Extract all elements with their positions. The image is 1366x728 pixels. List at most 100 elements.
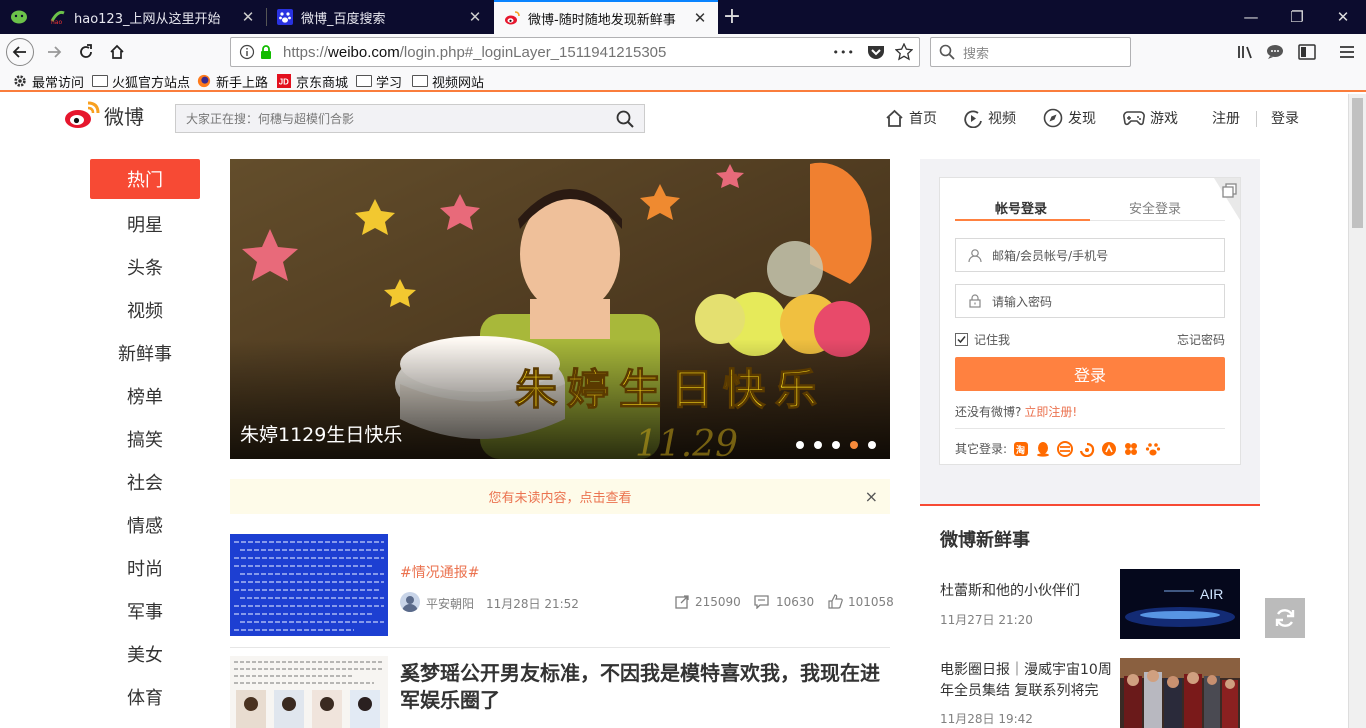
pocket-icon[interactable] bbox=[867, 44, 885, 60]
back-button[interactable] bbox=[6, 38, 34, 66]
password-field[interactable]: 请输入密码 bbox=[955, 284, 1225, 318]
remember-me[interactable]: 记住我 bbox=[955, 331, 1010, 348]
weibo-search-input[interactable]: 大家正在搜：何穗与超模们合影 bbox=[175, 104, 645, 133]
reload-button[interactable] bbox=[72, 38, 100, 66]
category-item[interactable]: 军事 bbox=[90, 589, 200, 632]
bookmark-getting-started[interactable]: 新手上路 bbox=[196, 72, 268, 91]
nav-home[interactable]: 首页 bbox=[885, 108, 937, 128]
browser-search-bar[interactable]: 搜索 bbox=[930, 37, 1131, 67]
360-icon[interactable] bbox=[1079, 441, 1095, 457]
tab-secure-login[interactable]: 安全登录 bbox=[1129, 198, 1181, 217]
tab-baidu[interactable]: 微博_百度搜索 ✕ bbox=[267, 0, 493, 34]
library-button[interactable] bbox=[1232, 38, 1260, 66]
close-tab-icon[interactable]: ✕ bbox=[467, 8, 483, 26]
page-actions-button[interactable]: ••• bbox=[833, 46, 855, 59]
repost-count[interactable]: 215090 bbox=[675, 594, 741, 609]
checkbox-checked-icon[interactable] bbox=[955, 333, 968, 346]
nav-login[interactable]: 登录 bbox=[1271, 108, 1299, 128]
category-item[interactable]: 视频 bbox=[90, 288, 200, 331]
category-item[interactable]: 情感 bbox=[90, 503, 200, 546]
bookmark-most-visited[interactable]: 最常访问 bbox=[12, 72, 84, 91]
close-notice-icon[interactable]: × bbox=[865, 487, 878, 506]
restore-icon[interactable]: ❐ bbox=[1274, 0, 1320, 34]
minimize-icon[interactable]: — bbox=[1228, 0, 1274, 34]
weibo-logo[interactable]: 微博 bbox=[64, 100, 144, 130]
feed-item[interactable]: #情况通报# 平安朝阳 11月28日 21:52 215090 10630 10… bbox=[230, 534, 894, 644]
nav-discover[interactable]: 发现 bbox=[1043, 108, 1096, 128]
category-item[interactable]: 头条 bbox=[90, 245, 200, 288]
nav-register[interactable]: 注册 bbox=[1212, 108, 1240, 128]
carousel-dot[interactable] bbox=[832, 441, 840, 449]
unionpay-icon[interactable] bbox=[1123, 441, 1139, 457]
qr-login-corner-icon[interactable] bbox=[1214, 178, 1240, 220]
carousel-dot-active[interactable] bbox=[850, 441, 858, 449]
feed-item[interactable]: 奚梦瑶公开男友标准，不因我是模特喜欢我，我现在进军娱乐圈了 bbox=[230, 656, 890, 728]
carousel-caption[interactable]: 朱婷1129生日快乐 bbox=[240, 420, 402, 447]
fresh-news-item-title[interactable]: 杜蕾斯和他的小伙伴们 bbox=[940, 581, 1115, 602]
category-item[interactable]: 美女 bbox=[90, 632, 200, 675]
category-item[interactable]: 体育 bbox=[90, 675, 200, 718]
menu-button[interactable] bbox=[1333, 38, 1361, 66]
fresh-news-item[interactable]: 杜蕾斯和他的小伙伴们 11月27日 21:20 AIR bbox=[940, 569, 1240, 641]
home-button[interactable] bbox=[103, 38, 131, 66]
category-item[interactable]: 新鲜事 bbox=[90, 331, 200, 374]
bookmark-firefox-official[interactable]: 火狐官方站点 bbox=[92, 72, 190, 91]
hero-carousel[interactable]: 朱婷生日快乐 11.29 朱婷1129生日快乐 bbox=[230, 159, 890, 459]
bookmark-video-sites[interactable]: 视频网站 bbox=[412, 72, 484, 91]
tab-weibo[interactable]: 微博-随时随地发现新鲜事 ✕ bbox=[494, 0, 718, 34]
close-tab-icon[interactable]: ✕ bbox=[692, 9, 708, 27]
taobao-icon[interactable]: 淘 bbox=[1013, 441, 1029, 457]
forward-button[interactable] bbox=[40, 38, 68, 66]
comment-count[interactable]: 10630 bbox=[754, 594, 814, 609]
scrollbar-thumb[interactable] bbox=[1352, 98, 1363, 228]
close-window-icon[interactable]: ✕ bbox=[1320, 0, 1366, 34]
sidebar-button[interactable] bbox=[1293, 38, 1321, 66]
fresh-news-item-title[interactable]: 电影圈日报｜漫威宇宙10周年全员集结 复联系列将完 bbox=[940, 660, 1115, 702]
category-item[interactable]: 时尚 bbox=[90, 546, 200, 589]
bookmark-star-icon[interactable] bbox=[895, 43, 913, 61]
feed-thumbnail[interactable] bbox=[230, 656, 388, 728]
nav-games[interactable]: 游戏 bbox=[1123, 108, 1178, 128]
chat-button[interactable] bbox=[1261, 38, 1289, 66]
category-item[interactable]: 搞笑 bbox=[90, 417, 200, 460]
address-bar[interactable]: https://weibo.com/login.php#_loginLayer_… bbox=[230, 37, 920, 67]
category-item[interactable]: 社会 bbox=[90, 460, 200, 503]
username-field[interactable]: 邮箱/会员帐号/手机号 bbox=[955, 238, 1225, 272]
tab-group-icon[interactable] bbox=[10, 9, 28, 25]
new-tab-button[interactable]: + bbox=[722, 4, 742, 30]
forgot-password-link[interactable]: 忘记密码 bbox=[1177, 331, 1225, 348]
feed-thumbnail[interactable] bbox=[230, 534, 388, 636]
bookmark-jd[interactable]: JD 京东商城 bbox=[276, 72, 348, 91]
close-tab-icon[interactable]: ✕ bbox=[240, 8, 256, 26]
carousel-dot[interactable] bbox=[868, 441, 876, 449]
login-submit-button[interactable]: 登录 bbox=[955, 357, 1225, 391]
unread-notice-bar[interactable]: 您有未读内容，点击查看 × bbox=[230, 479, 890, 514]
unread-notice-text[interactable]: 您有未读内容，点击查看 bbox=[488, 487, 631, 506]
baidu-paw-icon[interactable] bbox=[1145, 441, 1161, 457]
fresh-news-item-image[interactable] bbox=[1120, 658, 1240, 728]
carousel-dot[interactable] bbox=[796, 441, 804, 449]
feed-author-avatar[interactable] bbox=[400, 592, 420, 612]
fresh-news-item[interactable]: 电影圈日报｜漫威宇宙10周年全员集结 复联系列将完 11月28日 19:42 bbox=[940, 658, 1240, 728]
like-count[interactable]: 101058 bbox=[828, 594, 894, 609]
category-item[interactable]: 榜单 bbox=[90, 374, 200, 417]
qq-icon[interactable] bbox=[1035, 441, 1051, 457]
tab-hao123[interactable]: hao hao123_上网从这里开始 ✕ bbox=[40, 0, 266, 34]
tab-account-login[interactable]: 帐号登录 bbox=[995, 198, 1047, 217]
feed-author[interactable]: 平安朝阳 bbox=[426, 595, 474, 612]
bookmark-study[interactable]: 学习 bbox=[356, 72, 402, 91]
page-scrollbar[interactable] bbox=[1348, 94, 1366, 728]
search-icon[interactable] bbox=[616, 110, 634, 128]
renren-icon[interactable] bbox=[1101, 441, 1117, 457]
feed-headline[interactable]: 奚梦瑶公开男友标准，不因我是模特喜欢我，我现在进军娱乐圈了 bbox=[400, 660, 890, 714]
nav-video[interactable]: 视频 bbox=[963, 108, 1016, 128]
fresh-news-item-image[interactable]: AIR bbox=[1120, 569, 1240, 639]
category-item[interactable]: 明星 bbox=[90, 202, 200, 245]
carousel-dot[interactable] bbox=[814, 441, 822, 449]
tianyi-icon[interactable] bbox=[1057, 440, 1074, 457]
register-now-link[interactable]: 立即注册! bbox=[1024, 405, 1077, 419]
category-item[interactable]: 热门 bbox=[90, 159, 200, 199]
feed-hashtag[interactable]: #情况通报# bbox=[400, 562, 479, 582]
info-icon[interactable] bbox=[239, 44, 255, 60]
refresh-feed-button[interactable] bbox=[1265, 598, 1305, 638]
